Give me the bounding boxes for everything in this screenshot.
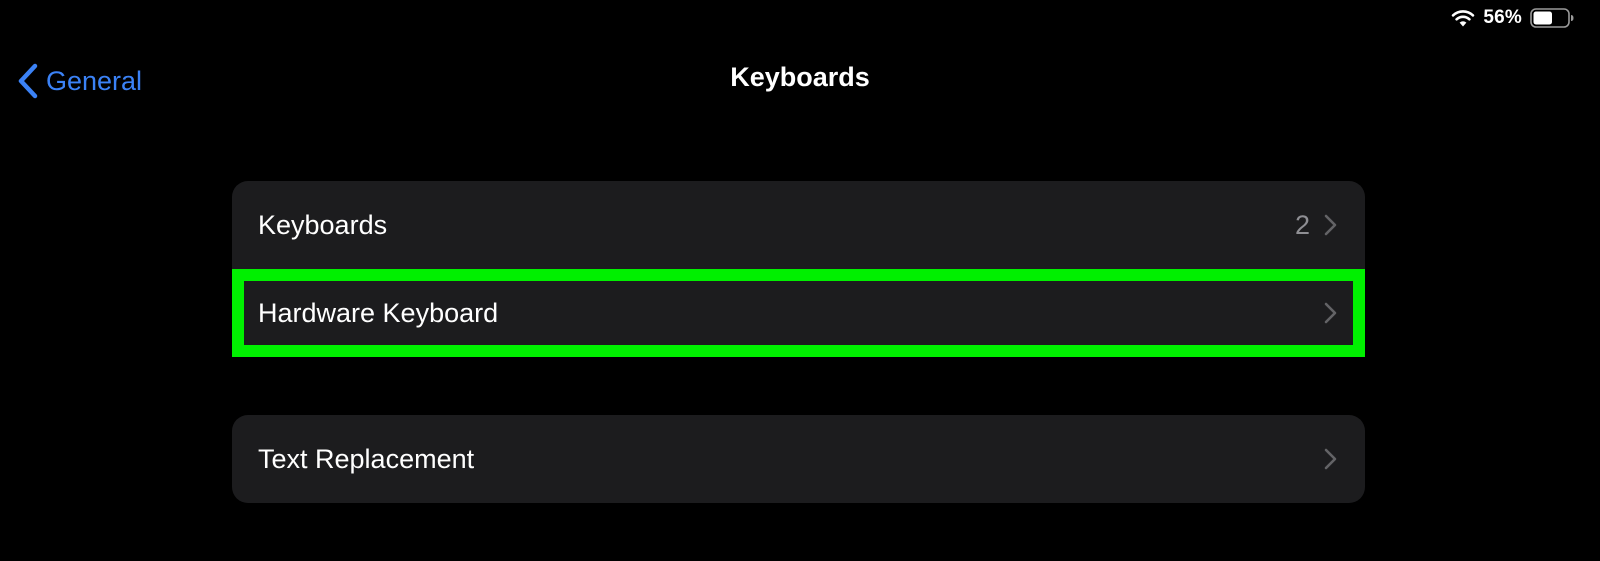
keyboards-row[interactable]: Keyboards 2 [232, 181, 1365, 269]
page-title: Keyboards [730, 62, 870, 92]
row-separator [258, 269, 1365, 270]
status-bar: 56% [1451, 6, 1574, 30]
keyboards-count: 2 [1294, 209, 1310, 240]
text-replacement-row[interactable]: Text Replacement [232, 415, 1365, 503]
wifi-icon [1452, 10, 1475, 27]
row-label: Text Replacement [258, 443, 475, 474]
settings-group-keyboards: Keyboards 2 Hardware Keyboard [232, 181, 1365, 357]
chevron-right-icon [1324, 448, 1337, 470]
battery-percentage: 56% [1483, 7, 1522, 28]
battery-icon [1530, 8, 1574, 28]
row-label: Keyboards [258, 209, 388, 240]
hardware-keyboard-row[interactable]: Hardware Keyboard [232, 269, 1365, 357]
settings-group-text-replacement: Text Replacement [232, 415, 1365, 503]
chevron-right-icon [1324, 214, 1337, 236]
row-label: Hardware Keyboard [258, 297, 499, 328]
chevron-right-icon [1324, 302, 1337, 324]
